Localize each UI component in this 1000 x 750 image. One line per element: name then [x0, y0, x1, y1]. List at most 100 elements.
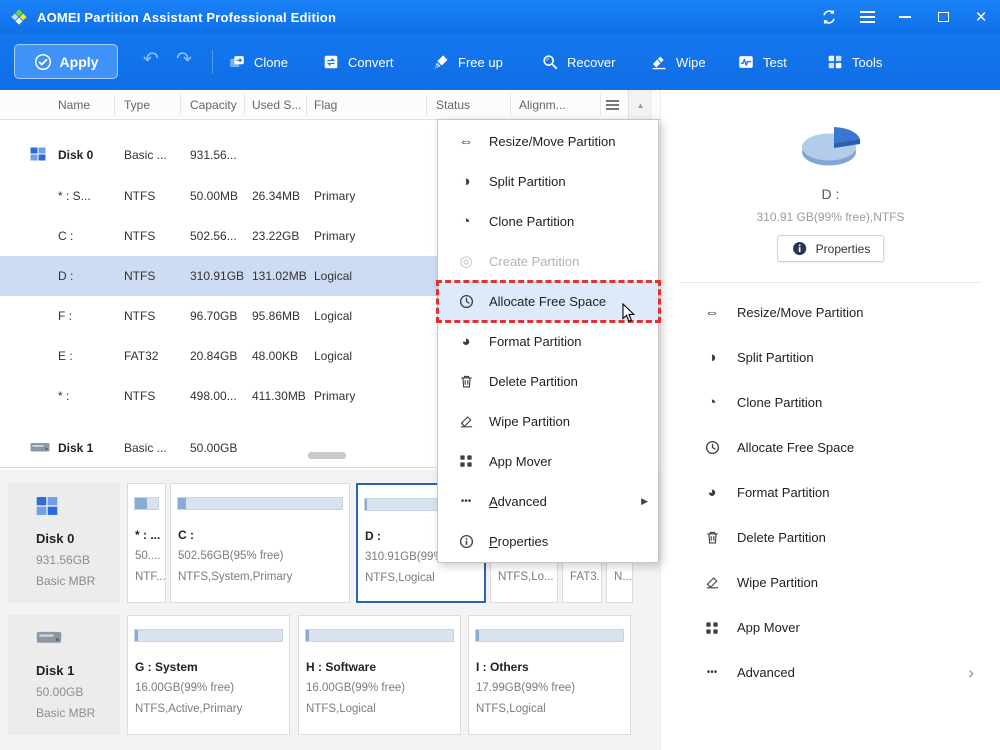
partition-type: NTFS — [124, 229, 155, 243]
recover-button[interactable]: Recover — [541, 34, 615, 90]
disk-name: Disk 0 — [36, 531, 74, 546]
menu-item-app-mover[interactable]: App Mover — [438, 441, 658, 481]
free-up-button[interactable]: Free up — [432, 34, 503, 90]
partition-block-c[interactable]: C : 502.56GB(95% free) NTFS,System,Prima… — [170, 483, 350, 603]
minimize-icon[interactable] — [886, 0, 924, 34]
partition-type: FAT32 — [124, 349, 158, 363]
partition-name: * : — [58, 389, 69, 403]
action-label: Advanced — [737, 665, 795, 680]
hard-drive-icon — [30, 440, 50, 457]
menu-item-properties[interactable]: Properties — [438, 521, 658, 561]
column-header-flag[interactable]: Flag — [314, 98, 337, 112]
column-options-icon[interactable] — [606, 100, 619, 110]
partition-name: C : — [178, 528, 194, 542]
test-button[interactable]: Test — [737, 34, 787, 90]
menu-item-allocate-free-space[interactable]: Allocate Free Space — [438, 281, 658, 321]
menu-item-label: Delete Partition — [489, 374, 578, 389]
action-clone[interactable]: ◔ Clone Partition — [661, 380, 1000, 425]
action-format[interactable]: ◕ Format Partition — [661, 470, 1000, 515]
sync-icon[interactable] — [810, 0, 848, 34]
advanced-icon: ••• — [703, 667, 721, 678]
column-header-used[interactable]: Used S... — [252, 98, 301, 112]
apply-button[interactable]: Apply — [14, 44, 118, 79]
disk-name: Disk 0 — [58, 148, 93, 162]
menu-item-format[interactable]: ◕ Format Partition — [438, 321, 658, 361]
delete-icon — [703, 530, 721, 545]
table-header: Name Type Capacity Used S... Flag Status… — [0, 90, 660, 120]
disk-name: Disk 1 — [36, 663, 74, 678]
tools-button[interactable]: Tools — [826, 34, 882, 90]
partition-type: NTFS — [124, 309, 155, 323]
titlebar: AOMEI Partition Assistant Professional E… — [0, 0, 1000, 34]
column-header-type[interactable]: Type — [124, 98, 150, 112]
disk0-label-block[interactable]: Disk 0 931.56GB Basic MBR — [8, 483, 120, 603]
partition-capacity: 50.00MB — [190, 189, 238, 203]
allocate-icon — [457, 294, 475, 309]
column-separator — [600, 94, 601, 116]
menu-item-delete[interactable]: Delete Partition — [438, 361, 658, 401]
menu-item-split[interactable]: ◑ Split Partition — [438, 161, 658, 201]
action-allocate-free-space[interactable]: Allocate Free Space — [661, 425, 1000, 470]
delete-icon — [457, 374, 475, 389]
action-split[interactable]: ◑ Split Partition — [661, 335, 1000, 380]
partition-flag: Primary — [314, 189, 355, 203]
wipe-button[interactable]: Wipe — [650, 34, 706, 90]
action-label: Clone Partition — [737, 395, 822, 410]
action-wipe[interactable]: Wipe Partition — [661, 560, 1000, 605]
menu-icon[interactable] — [848, 0, 886, 34]
partition-block-h[interactable]: H : Software 16.00GB(99% free) NTFS,Logi… — [298, 615, 461, 735]
wipe-icon — [703, 575, 721, 590]
action-app-mover[interactable]: App Mover — [661, 605, 1000, 650]
column-header-alignment[interactable]: Alignm... — [519, 98, 566, 112]
disk1-label-block[interactable]: Disk 1 50.00GB Basic MBR — [8, 615, 120, 735]
menu-item-resize-move[interactable]: ⇔ Resize/Move Partition — [438, 121, 658, 161]
action-resize-move[interactable]: ⇔ Resize/Move Partition — [661, 290, 1000, 335]
partition-block-system-reserved[interactable]: * : ... 50.... NTF... — [127, 483, 166, 603]
partition-block-g[interactable]: G : System 16.00GB(99% free) NTFS,Active… — [127, 615, 290, 735]
column-header-status[interactable]: Status — [436, 98, 470, 112]
menu-item-advanced[interactable]: ••• Advanced ▶ — [438, 481, 658, 521]
partition-block-i[interactable]: I : Others 17.99GB(99% free) NTFS,Logica… — [468, 615, 631, 735]
partition-used: 411.30MB — [252, 389, 306, 403]
action-label: Resize/Move Partition — [737, 305, 863, 320]
action-advanced[interactable]: ••• Advanced › — [661, 650, 1000, 695]
panel-divider — [679, 282, 982, 283]
partition-size: 50.... — [135, 550, 161, 562]
partition-size: 16.00GB(99% free) — [135, 682, 234, 694]
menu-item-clone[interactable]: ◔ Clone Partition — [438, 201, 658, 241]
selected-partition-label: D : — [661, 186, 1000, 202]
column-header-capacity[interactable]: Capacity — [190, 98, 237, 112]
wipe-label: Wipe — [676, 55, 706, 70]
convert-button[interactable]: Convert — [322, 34, 394, 90]
undo-button[interactable]: ↶ — [143, 48, 159, 71]
allocate-icon — [703, 440, 721, 455]
partition-flag: Primary — [314, 389, 355, 403]
convert-label: Convert — [348, 55, 394, 70]
redo-button[interactable]: ↷ — [176, 48, 192, 71]
titlebar-controls: × — [810, 0, 1000, 34]
clone-button[interactable]: Clone — [228, 34, 288, 90]
partition-name: * : S... — [58, 189, 91, 203]
partition-flag: Logical — [314, 309, 352, 323]
partition-capacity: 20.84GB — [190, 349, 237, 363]
action-label: Allocate Free Space — [737, 440, 854, 455]
menu-item-label: App Mover — [489, 454, 552, 469]
scroll-up-arrow[interactable]: ▲ — [628, 90, 652, 120]
usage-bar — [475, 629, 624, 642]
partition-type: NTFS — [124, 269, 155, 283]
column-separator — [244, 94, 245, 116]
horizontal-scrollbar-thumb[interactable] — [308, 452, 346, 459]
menu-item-label: Properties — [489, 534, 548, 549]
partition-type: NTFS — [124, 189, 155, 203]
recover-label: Recover — [567, 55, 615, 70]
format-icon: ◕ — [703, 484, 721, 501]
column-header-name[interactable]: Name — [58, 98, 90, 112]
action-delete[interactable]: Delete Partition — [661, 515, 1000, 560]
menu-item-wipe[interactable]: Wipe Partition — [438, 401, 658, 441]
menu-item-label: Format Partition — [489, 334, 581, 349]
maximize-icon[interactable] — [924, 0, 962, 34]
create-icon: ◎ — [457, 252, 475, 270]
close-icon[interactable]: × — [962, 0, 1000, 34]
action-label: Delete Partition — [737, 530, 826, 545]
properties-button[interactable]: Properties — [777, 235, 885, 262]
